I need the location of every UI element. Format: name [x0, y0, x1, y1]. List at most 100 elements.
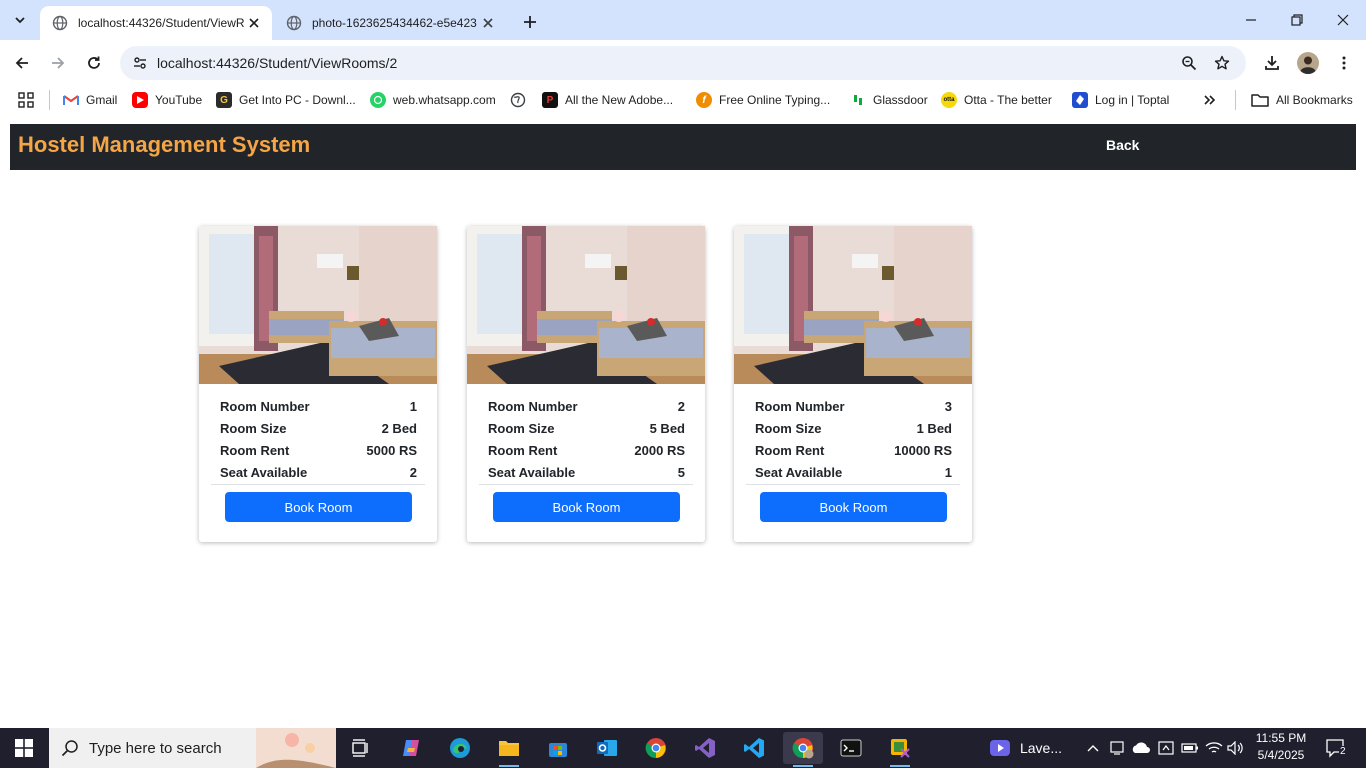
volume-icon[interactable] — [1225, 732, 1247, 764]
seat-available-row: Seat Available 2 — [220, 461, 417, 483]
adobe-icon: P — [542, 92, 558, 108]
media-player-icon — [990, 740, 1010, 756]
vscode-button[interactable] — [734, 732, 774, 764]
bookmark-whatsapp[interactable]: web.whatsapp.com — [370, 90, 496, 110]
bookmark-youtube[interactable]: YouTube — [132, 90, 202, 110]
more-bookmarks-button[interactable] — [1203, 90, 1217, 110]
store-icon — [549, 743, 567, 757]
edge-icon — [450, 738, 470, 758]
taskbar-search[interactable]: Type here to search — [49, 728, 336, 768]
chevron-down-icon — [15, 17, 25, 24]
app-navbar: Hostel Management System Back — [10, 124, 1356, 170]
room-size-label: Room Size — [755, 420, 822, 436]
apps-button[interactable] — [18, 90, 34, 110]
all-bookmarks-button[interactable]: All Bookmarks — [1251, 90, 1353, 110]
edge-button[interactable] — [440, 732, 480, 764]
task-view-button[interactable] — [341, 732, 381, 764]
room-size-value: 5 Bed — [649, 420, 685, 436]
back-nav-button[interactable] — [8, 49, 36, 77]
outlook-button[interactable] — [587, 732, 627, 764]
media-player-button[interactable]: Lave... — [990, 732, 1062, 764]
seat-available-value: 2 — [409, 464, 417, 480]
globe-icon — [510, 92, 526, 108]
seat-available-label: Seat Available — [488, 464, 576, 480]
room-card: Room Number 2 Room Size 5 Bed Room Rent … — [467, 226, 705, 542]
new-tab-button[interactable] — [518, 10, 542, 34]
copilot-icon — [403, 740, 419, 756]
snipping-tool-icon — [891, 739, 910, 758]
download-icon — [1265, 56, 1279, 70]
avatar-icon — [1297, 52, 1319, 74]
globe-icon — [52, 15, 68, 31]
downloads-button[interactable] — [1258, 49, 1286, 77]
close-tab-icon[interactable] — [480, 15, 496, 31]
tray-app-icon[interactable] — [1155, 732, 1177, 764]
clock[interactable]: 11:55 PM 5/4/2025 — [1250, 731, 1312, 762]
bookmark-label: web.whatsapp.com — [393, 93, 496, 107]
address-bar[interactable]: localhost:44326/Student/ViewRooms/2 — [120, 46, 1246, 80]
bookmark-typing[interactable]: f Free Online Typing... — [696, 90, 830, 110]
book-room-button[interactable]: Book Room — [760, 492, 947, 522]
start-button[interactable] — [0, 728, 48, 768]
close-icon — [1337, 14, 1349, 26]
visual-studio-button[interactable] — [685, 732, 725, 764]
arrow-right-icon — [52, 57, 65, 69]
tab-photo[interactable]: photo-1623625434462-e5e423 — [274, 6, 506, 40]
bookmark-adobe[interactable]: P All the New Adobe... — [542, 90, 673, 110]
show-hidden-icons-button[interactable] — [1083, 732, 1103, 764]
onedrive-icon[interactable] — [1130, 732, 1152, 764]
bookmark-star-icon[interactable] — [1210, 51, 1234, 75]
microsoft-store-button[interactable] — [538, 732, 578, 764]
zoom-icon[interactable] — [1177, 51, 1201, 75]
bookmark-getintopc[interactable]: G Get Into PC - Downl... — [216, 90, 356, 110]
profile-avatar[interactable] — [1294, 49, 1322, 77]
notifications-button[interactable]: 2 — [1318, 732, 1354, 764]
bookmark-gmail[interactable]: Gmail — [63, 90, 117, 110]
bookmark-globe[interactable] — [510, 90, 526, 110]
copilot-button[interactable] — [391, 732, 431, 764]
minimize-button[interactable] — [1228, 0, 1274, 40]
bookmark-glassdoor[interactable]: Glassdoor — [850, 90, 928, 110]
restore-button[interactable] — [1274, 0, 1320, 40]
room-details: Room Number 2 Room Size 5 Bed Room Rent … — [488, 395, 685, 483]
close-window-button[interactable] — [1320, 0, 1366, 40]
book-room-button[interactable]: Book Room — [493, 492, 680, 522]
chevron-up-icon — [1087, 745, 1099, 752]
back-link[interactable]: Back — [1106, 137, 1139, 153]
room-size-value: 1 Bed — [916, 420, 952, 436]
media-label: Lave... — [1019, 740, 1062, 756]
bookmark-otta[interactable]: otta Otta - The better — [941, 90, 1052, 110]
chrome-button[interactable] — [636, 732, 676, 764]
seat-available-value: 1 — [944, 464, 952, 480]
file-explorer-button[interactable] — [489, 732, 529, 767]
bookmark-label: Log in | Toptal — [1095, 93, 1170, 107]
site-info-icon[interactable] — [128, 51, 152, 75]
battery-icon[interactable] — [1179, 732, 1201, 764]
page-viewport: Hostel Management System Back Room Numbe… — [0, 114, 1366, 728]
room-card: Room Number 3 Room Size 1 Bed Room Rent … — [734, 226, 972, 542]
close-tab-icon[interactable] — [246, 15, 262, 31]
room-number-value: 2 — [677, 398, 685, 414]
bookmark-label: Gmail — [86, 93, 118, 107]
room-number-label: Room Number — [488, 398, 578, 414]
terminal-button[interactable] — [831, 732, 871, 764]
search-icon — [61, 740, 78, 757]
forward-nav-button[interactable] — [44, 49, 72, 77]
bookmark-label: YouTube — [155, 93, 203, 107]
tab-search-button[interactable] — [8, 8, 32, 32]
reload-button[interactable] — [80, 49, 108, 77]
bookmark-toptal[interactable]: Log in | Toptal — [1072, 90, 1169, 110]
snipping-tool-button[interactable] — [880, 732, 920, 767]
menu-button[interactable] — [1330, 49, 1358, 77]
tray-meet-icon[interactable] — [1107, 732, 1127, 764]
tab-localhost[interactable]: localhost:44326/Student/ViewR — [40, 6, 272, 40]
app-brand[interactable]: Hostel Management System — [18, 132, 310, 158]
url-text[interactable]: localhost:44326/Student/ViewRooms/2 — [157, 55, 397, 71]
chrome-profile-button[interactable] — [783, 732, 823, 767]
book-room-button[interactable]: Book Room — [225, 492, 412, 522]
bookmark-label: Get Into PC - Downl... — [239, 93, 356, 107]
wifi-icon[interactable] — [1203, 732, 1225, 764]
room-size-row: Room Size 2 Bed — [220, 417, 417, 439]
tab-title: photo-1623625434462-e5e423 — [312, 16, 477, 30]
notification-count: 2 — [1339, 746, 1347, 757]
